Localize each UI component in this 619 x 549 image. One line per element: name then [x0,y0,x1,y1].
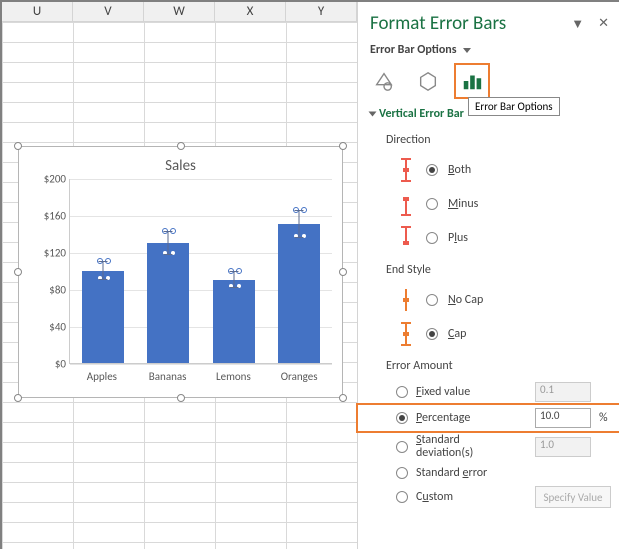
option-label: Percentage [416,411,470,425]
pane-title: Format Error Bars [370,12,506,35]
selection-dot [105,275,111,281]
direction-both-option[interactable]: Both [358,153,619,187]
specify-value-button: Specify Value [535,486,611,508]
x-tick-label: Bananas [147,370,189,383]
col-header[interactable]: X [215,2,286,21]
worksheet-grid[interactable]: U V W X Y Sales $0$40$80$120$160$200 App… [2,2,357,549]
y-tick-label: $0 [28,358,66,371]
direction-plus-option[interactable]: Plus [358,221,619,255]
y-tick-label: $40 [28,321,66,334]
resize-handle[interactable] [177,142,185,150]
direction-group-label: Direction [358,125,619,153]
bar[interactable] [147,243,189,363]
format-pane: Format Error Bars ▼ ✕ Error Bar Options … [357,2,619,549]
endstyle-group-label: End Style [358,255,619,283]
chart-object[interactable]: Sales $0$40$80$120$160$200 ApplesBananas… [18,146,343,398]
error-bar[interactable] [299,210,300,238]
radio[interactable] [426,328,438,340]
bar[interactable] [213,280,255,363]
fill-line-icon[interactable] [370,67,398,95]
option-label: Minus [448,197,478,211]
collapse-icon[interactable] [369,112,377,117]
radio[interactable] [396,386,408,398]
option-label: Standard error [416,466,487,480]
column-headers: U V W X Y [2,2,357,22]
option-label: Standarddeviation(s) [416,434,473,460]
col-header[interactable]: U [2,2,73,21]
close-icon[interactable]: ✕ [598,16,609,32]
resize-handle[interactable] [339,268,347,276]
radio[interactable] [426,232,438,244]
y-tick-label: $120 [28,247,66,260]
bar[interactable] [278,224,320,363]
plot-area[interactable]: $0$40$80$120$160$200 [69,179,332,364]
resize-handle[interactable] [339,142,347,150]
bar[interactable] [82,271,124,364]
col-header[interactable]: V [73,2,144,21]
radio[interactable] [396,441,408,453]
amount-fixed-option[interactable]: Fixed value 0.1 [358,379,619,405]
option-label: No Cap [448,293,483,307]
fixed-value-input: 0.1 [535,382,591,402]
both-icon [396,156,416,184]
error-bar[interactable] [102,261,103,280]
pane-dropdown-icon[interactable]: ▼ [571,16,584,32]
x-tick-label: Oranges [278,370,320,383]
x-tick-label: Lemons [212,370,254,383]
col-header[interactable]: W [144,2,215,21]
x-tick-label: Apples [81,370,123,383]
percentage-input[interactable]: 10.0 [535,408,591,428]
y-tick-label: $80 [28,284,66,297]
option-label: Cap [448,327,466,341]
chevron-down-icon[interactable] [463,48,471,53]
minus-icon [396,190,416,218]
radio[interactable] [396,467,408,479]
selection-dot [170,250,176,256]
direction-minus-option[interactable]: Minus [358,187,619,221]
resize-handle[interactable] [339,394,347,402]
amount-group-label: Error Amount [358,351,619,379]
selection-dot [301,233,307,239]
amount-custom-option[interactable]: Custom Specify Value [358,483,619,511]
percent-unit: % [599,411,611,425]
amount-percentage-option[interactable]: Percentage 10.0 % [358,405,619,431]
error-bar[interactable] [233,271,234,288]
radio[interactable] [426,164,438,176]
tooltip: Error Bar Options [468,97,560,116]
option-label: Both [448,163,471,177]
bar-options-icon[interactable]: Error Bar Options [458,67,486,95]
y-tick-label: $160 [28,210,66,223]
option-label: Custom [416,490,453,504]
chart-title[interactable]: Sales [19,147,342,179]
radio[interactable] [396,412,408,424]
radio[interactable] [426,198,438,210]
plus-icon [396,224,416,252]
cap-icon [396,320,416,348]
radio[interactable] [426,294,438,306]
nocap-icon [396,286,416,314]
selection-dot [236,283,242,289]
resize-handle[interactable] [14,394,22,402]
resize-handle[interactable] [177,394,185,402]
option-label: Fixed value [416,385,470,399]
error-bar[interactable] [168,231,169,255]
endstyle-nocap-option[interactable]: No Cap [358,283,619,317]
radio[interactable] [396,491,408,503]
endstyle-cap-option[interactable]: Cap [358,317,619,351]
x-axis: Apples Bananas Lemons Oranges [69,370,332,383]
col-header[interactable]: Y [286,2,357,21]
resize-handle[interactable] [14,142,22,150]
section-title: Vertical Error Bar [379,107,464,121]
stddev-input: 1.0 [535,437,591,457]
options-label[interactable]: Error Bar Options [370,43,457,57]
amount-stddev-option[interactable]: Standarddeviation(s) 1.0 [358,431,619,463]
amount-stderr-option[interactable]: Standard error [358,463,619,483]
effects-icon[interactable] [414,67,442,95]
option-label: Plus [448,231,468,245]
y-tick-label: $200 [28,173,66,186]
resize-handle[interactable] [14,268,22,276]
